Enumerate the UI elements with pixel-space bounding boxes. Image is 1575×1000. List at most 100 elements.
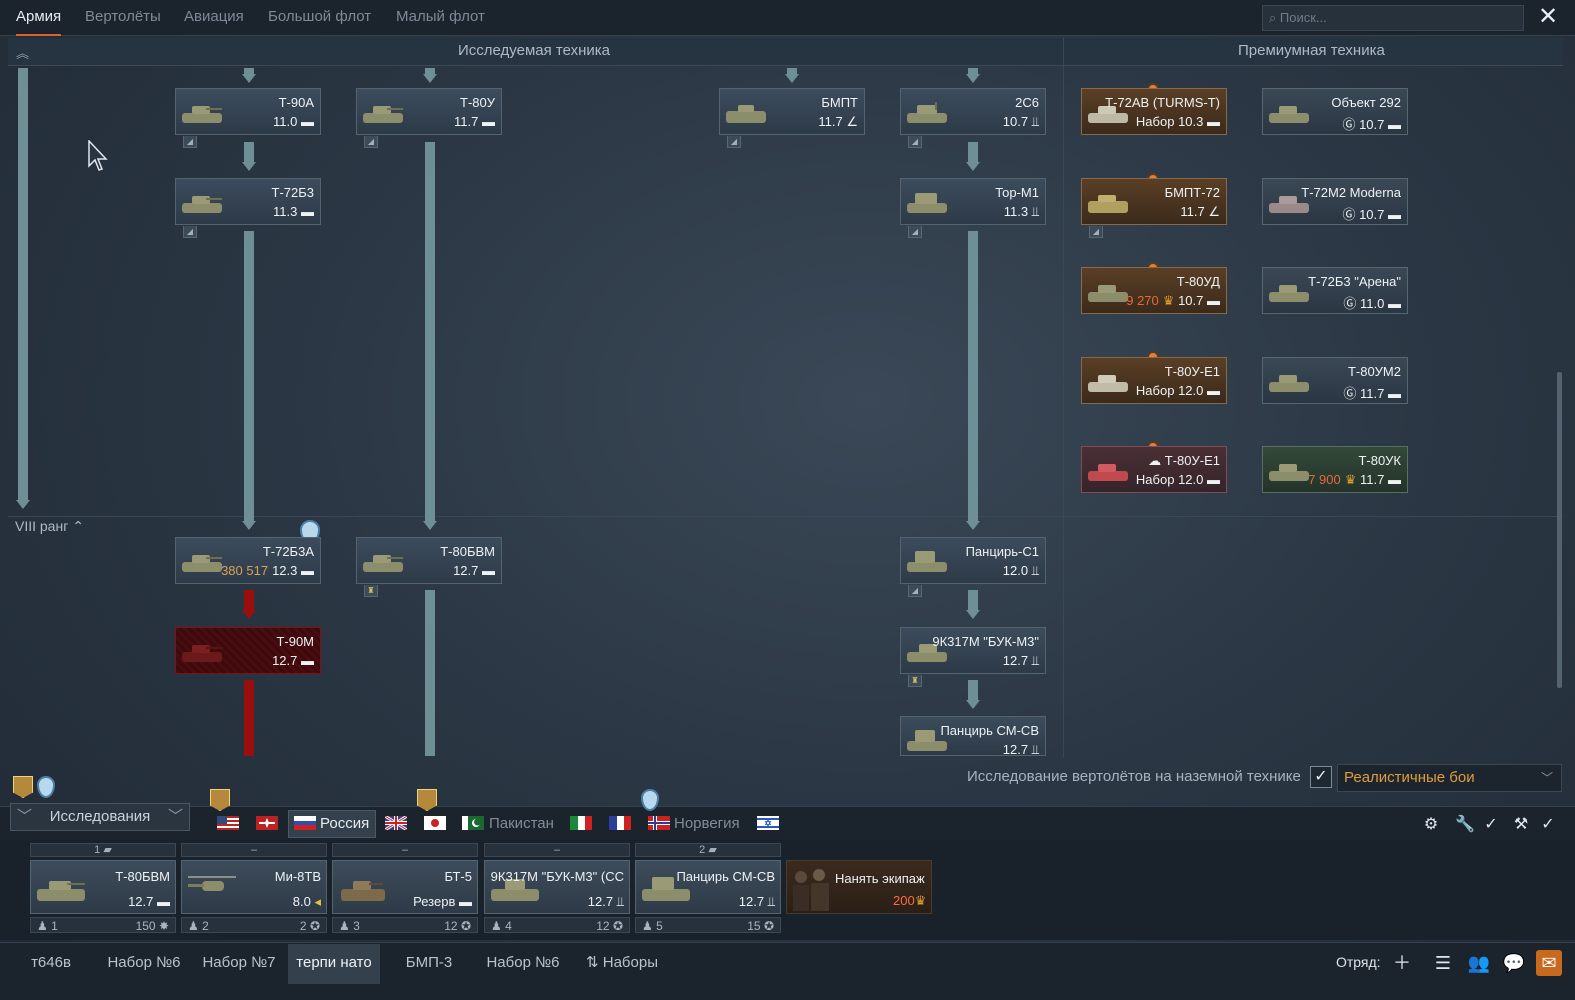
tab-aviation[interactable]: Авиация <box>184 0 244 36</box>
repair-all-icon[interactable]: ⚒ <box>1510 814 1532 836</box>
presets-menu-label: Наборы <box>602 954 658 971</box>
premium-card-bmpt72[interactable]: БМПТ-72 11.7 ∠ <box>1081 178 1227 225</box>
vehicle-card-pantsir-sm[interactable]: Панцирь СМ-СВ 12.7 ⫫ <box>900 716 1046 757</box>
search-icon: ⌕ <box>1269 10 1280 25</box>
vehicle-card-t80u[interactable]: Т-80У 11.7 ▬ <box>356 88 502 135</box>
preset-tab[interactable]: Набор №6 <box>96 944 192 984</box>
vehicle-card-2s6[interactable]: 2С6 10.7 ⫫ <box>900 88 1046 135</box>
crew-badge-icon: ◢ <box>1089 226 1103 238</box>
premium-card-t80uk[interactable]: Т-80УК 7 900 ♛ 11.7 ▬ <box>1262 446 1408 493</box>
crew-number: ♟ 3 <box>339 919 360 933</box>
tab-helicopters[interactable]: Вертолёты <box>85 0 161 36</box>
vehicle-card-bmpt[interactable]: БМПТ 11.7 ∠ <box>719 88 865 135</box>
crew-slot-2[interactable]: – Ми-8ТВ 8.0 ◂ ♟ 2 2 ✪ <box>181 843 327 935</box>
slot-vehicle[interactable]: Т-80БВМ 12.7 ▬ <box>30 860 176 914</box>
premium-card-t80ud[interactable]: Т-80УД 9 270 ♛ 10.7 ▬ <box>1081 267 1227 314</box>
vehicle-name: Т-72Б3А <box>262 544 314 559</box>
preset-tab-selected[interactable]: терпи нато <box>288 944 380 984</box>
tab-bluewater-fleet[interactable]: Большой флот <box>268 0 371 36</box>
premium-card-t72m2-moderna[interactable]: Т-72М2 Moderna Ⓖ 10.7 ▬ <box>1262 178 1408 225</box>
chevron-up-icon: ⌃ <box>72 518 84 534</box>
norway-flag-icon[interactable] <box>648 816 670 830</box>
vehicle-card-buk-m3[interactable]: 9К317М "БУК-М3" 12.7 ⫫ <box>900 627 1046 674</box>
mail-icon[interactable]: ✉ <box>1536 950 1562 976</box>
premium-card-t80um2[interactable]: Т-80УМ2 Ⓖ 11.7 ▬ <box>1262 357 1408 404</box>
nation-pakistan-label[interactable]: Пакистан <box>489 815 554 832</box>
premium-card-t72av-turms[interactable]: Т-72АВ (TURMS-T) Набор 10.3 ▬ <box>1081 88 1227 135</box>
nation-norway-label[interactable]: Норвегия <box>674 815 740 832</box>
squad-label: Отряд: <box>1336 954 1381 970</box>
premium-card-t80u-e1-event[interactable]: ☁ Т-80У-Е1 Набор 12.0 ▬ <box>1081 446 1227 493</box>
vehicle-name: Объект 292 <box>1331 95 1401 110</box>
vehicle-br: 11.7 ∠ <box>1180 204 1220 219</box>
israel-flag-icon[interactable] <box>757 816 779 830</box>
japan-flag-icon[interactable] <box>424 816 446 830</box>
slot-vehicle[interactable]: БТ-5 Резерв ▬ <box>332 860 478 914</box>
crew-badge-icon: ◢ <box>364 136 378 148</box>
vehicle-card-t72b3[interactable]: Т-72Б3 11.3 ▬ <box>175 178 321 225</box>
game-mode-select[interactable]: Реалистичные бои ﹀ <box>1337 764 1562 792</box>
research-button[interactable]: ﹀ Исследования ﹀ <box>10 803 190 831</box>
slot-vehicle[interactable]: Панцирь СМ-СВ 12.7 ⫫ <box>635 860 781 914</box>
preset-tab[interactable]: Набор №7 <box>192 944 286 984</box>
slot-vehicle-br: 12.7 ⫫ <box>587 894 624 909</box>
hire-crew-price: 200♛ <box>893 893 927 908</box>
premium-card-t80u-e1[interactable]: Т-80У-Е1 Набор 12.0 ▬ <box>1081 357 1227 404</box>
france-flag-icon[interactable] <box>609 816 631 830</box>
presets-menu-button[interactable]: ⇅ Наборы <box>574 944 670 984</box>
britain-flag-icon[interactable] <box>385 816 407 830</box>
tab-army[interactable]: Армия <box>16 0 62 36</box>
tab-coastal-fleet[interactable]: Малый флот <box>396 0 485 36</box>
crew-slot-1[interactable]: 1 ▰ Т-80БВМ 12.7 ▬ ♟ 1 150 ✸ <box>30 843 176 935</box>
rank-viii-label[interactable]: VIII ранг ⌃ <box>15 518 84 535</box>
tank-icon <box>1088 285 1128 302</box>
germany-flag-icon[interactable] <box>256 816 278 830</box>
crew-number: ♟ 4 <box>491 919 512 933</box>
slot-vehicle[interactable]: Ми-8ТВ 8.0 ◂ <box>181 860 327 914</box>
chat-icon[interactable]: 💬 <box>1501 950 1527 976</box>
italy-flag-icon[interactable] <box>570 816 592 830</box>
premium-card-t72b3-arena[interactable]: Т-72Б3 "Арена" Ⓖ 11.0 ▬ <box>1262 267 1408 314</box>
vehicle-name: Т-80УМ2 <box>1347 364 1401 379</box>
friends-icon[interactable]: 👥 <box>1466 950 1492 976</box>
tree-line <box>968 680 978 700</box>
tree-scrollbar[interactable] <box>1557 372 1562 688</box>
preset-tab[interactable]: БМП-3 <box>388 944 470 984</box>
collapse-up-icon[interactable]: ︽ <box>16 43 29 62</box>
vehicle-card-t80bvm[interactable]: Т-80БВМ 12.7 ▬ <box>356 537 502 584</box>
close-icon[interactable]: ✕ <box>1534 4 1562 32</box>
wrench-icon[interactable]: 🔧 <box>1454 814 1476 836</box>
crew-slot-4[interactable]: – 9К317М "БУК-М3" (СС 12.7 ⫫ ♟ 4 12 ✪ <box>484 843 630 935</box>
vehicle-card-t90a[interactable]: Т-90А 11.0 ▬ <box>175 88 321 135</box>
crew-skill: 150 ✸ <box>135 919 169 933</box>
vehicle-card-t72b3a[interactable]: Т-72Б3А 380 517 12.3 ▬ <box>175 537 321 584</box>
slot-vehicle[interactable]: 9К317М "БУК-М3" (СС 12.7 ⫫ <box>484 860 630 914</box>
tank-icon <box>341 881 385 901</box>
plus-icon[interactable]: ＋ <box>1389 950 1415 976</box>
crew-slot-3[interactable]: – БТ-5 Резерв ▬ ♟ 3 12 ✪ <box>332 843 478 935</box>
hire-crew-button[interactable]: Нанять экипаж 200♛ <box>786 860 932 914</box>
list-icon[interactable]: ☰ <box>1430 950 1456 976</box>
crew-number: ♟ 2 <box>188 919 209 933</box>
premium-card-object-292[interactable]: Объект 292 Ⓖ 10.7 ▬ <box>1262 88 1408 135</box>
preset-tab[interactable]: Набор №6 <box>476 944 570 984</box>
tree-arrow <box>242 521 256 530</box>
preset-tab[interactable]: т646в <box>14 944 88 984</box>
vehicle-card-tor-m1[interactable]: Тор-М1 11.3 ⫫ <box>900 178 1046 225</box>
spaa-icon <box>907 551 947 572</box>
slot-header: – <box>181 843 327 857</box>
check-icon[interactable]: ✓ <box>1537 814 1559 836</box>
tank-icon <box>1088 375 1128 392</box>
vehicle-card-pantsir-s1[interactable]: Панцирь-С1 12.0 ⫫ <box>900 537 1046 584</box>
gear-icon[interactable]: ⚙ <box>1420 814 1442 836</box>
tree-arrow <box>423 521 437 530</box>
slot-footer: ♟ 1 150 ✸ <box>30 917 176 933</box>
heli-research-checkbox[interactable]: ✓ <box>1310 766 1332 788</box>
pakistan-flag-icon[interactable] <box>462 816 484 830</box>
vehicle-card-t90m[interactable]: Т-90М 12.7 ▬ <box>175 627 321 674</box>
crew-slot-5[interactable]: 2 ▰ Панцирь СМ-СВ 12.7 ⫫ ♟ 5 15 ✪ <box>635 843 781 935</box>
search-input[interactable]: ⌕ Поиск... <box>1262 5 1524 31</box>
check-icon[interactable]: ✓ <box>1480 814 1502 836</box>
usa-flag-icon[interactable] <box>217 816 239 830</box>
tree-arrow <box>966 610 980 619</box>
